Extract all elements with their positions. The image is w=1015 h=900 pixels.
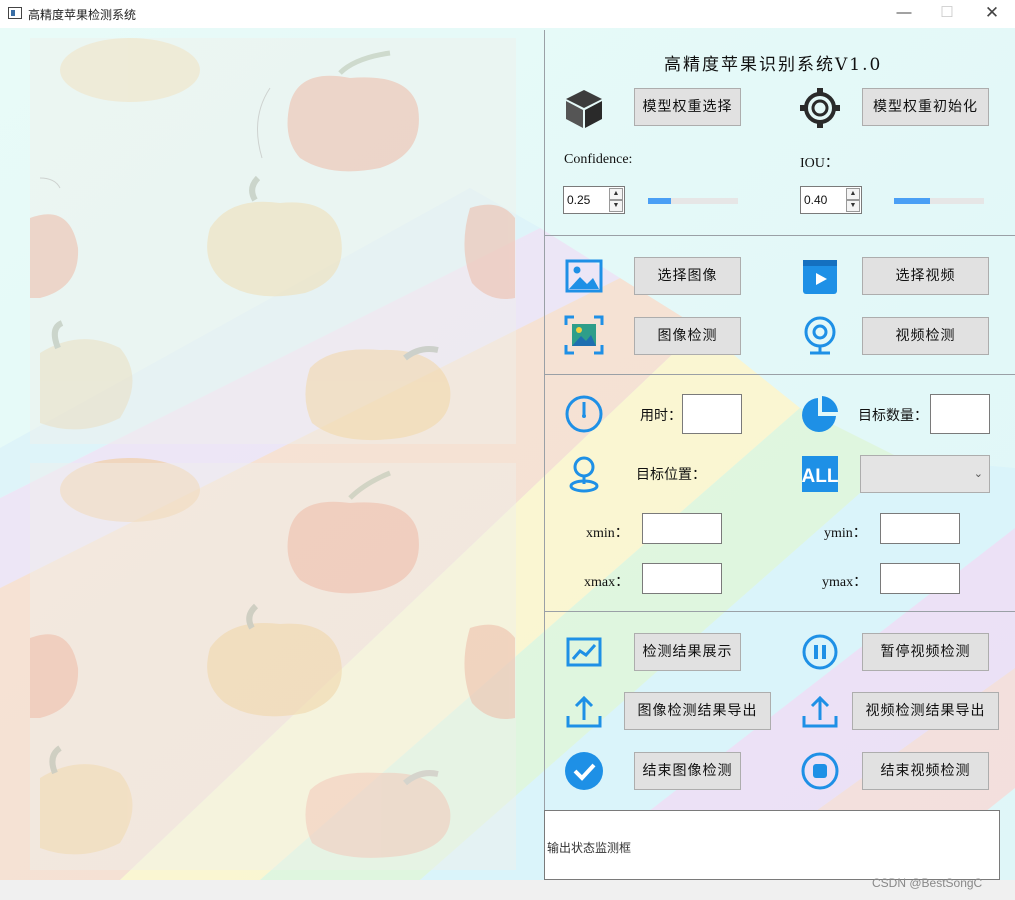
show-results-button[interactable]: 检测结果展示 (634, 633, 741, 671)
image-icon (564, 256, 604, 296)
result-image-display (30, 463, 516, 870)
section-separator (544, 611, 1015, 612)
window-title: 高精度苹果检测系统 (28, 8, 137, 22)
all-icon-text: ALL (802, 466, 839, 487)
chevron-down-icon: ⌄ (973, 468, 983, 480)
iou-spin-arrows[interactable]: ▲ ▼ (846, 188, 860, 212)
target-select-dropdown[interactable]: ⌄ (860, 455, 990, 493)
all-icon: ALL (800, 454, 840, 494)
system-title: 高精度苹果识别系统V1.0 (664, 55, 883, 75)
webcam-icon (800, 315, 840, 355)
confidence-slider-fill (648, 198, 671, 204)
status-output-box[interactable]: 输出状态监测框 (544, 810, 1000, 880)
time-label: 用时： (640, 408, 682, 424)
line-chart-icon (564, 632, 604, 672)
confidence-spinbox[interactable]: 0.25 ▲ ▼ (563, 186, 625, 214)
iou-spinbox[interactable]: 0.40 ▲ ▼ (800, 186, 862, 214)
target-position-label: 目标位置： (636, 467, 706, 483)
minimize-button[interactable]: — (890, 2, 918, 26)
init-weights-button[interactable]: 模型权重初始化 (862, 88, 989, 126)
xmin-field (642, 513, 722, 544)
pause-video-button[interactable]: 暂停视频检测 (862, 633, 989, 671)
panel-divider (544, 30, 545, 880)
close-button[interactable]: ✕ (978, 2, 1006, 26)
status-output-text: 输出状态监测框 (547, 841, 632, 855)
target-count-label: 目标数量： (858, 408, 928, 424)
iou-value: 0.40 (804, 193, 828, 207)
confidence-spin-arrows[interactable]: ▲ ▼ (609, 188, 623, 212)
iou-slider-fill (894, 198, 930, 204)
watermark: CSDN @BestSongC (872, 876, 983, 890)
bottom-strip (0, 880, 1015, 900)
select-weights-button[interactable]: 模型权重选择 (634, 88, 741, 126)
confidence-label: Confidence: (564, 152, 633, 167)
upload-icon (800, 692, 840, 732)
maximize-button[interactable]: ☐ (933, 2, 961, 26)
ymax-field (880, 563, 960, 594)
original-image-display (30, 38, 516, 444)
upload-icon (564, 692, 604, 732)
detect-image-button[interactable]: 图像检测 (634, 317, 741, 355)
clock-icon (564, 394, 604, 434)
export-video-results-button[interactable]: 视频检测结果导出 (852, 692, 999, 730)
pie-chart-icon (800, 394, 840, 434)
ymin-label: ymin： (824, 526, 867, 541)
detect-video-button[interactable]: 视频检测 (862, 317, 989, 355)
select-image-button[interactable]: 选择图像 (634, 257, 741, 295)
iou-label: IOU： (800, 156, 839, 171)
target-count-field (930, 394, 990, 434)
app-icon (8, 7, 22, 19)
cube-icon (564, 88, 604, 128)
ymin-field (880, 513, 960, 544)
confidence-value: 0.25 (567, 193, 591, 207)
confidence-slider[interactable] (648, 198, 738, 204)
xmin-label: xmin： (586, 526, 629, 541)
iou-slider[interactable] (894, 198, 984, 204)
xmax-field (642, 563, 722, 594)
select-video-button[interactable]: 选择视频 (862, 257, 989, 295)
pause-icon (800, 632, 840, 672)
end-video-detection-button[interactable]: 结束视频检测 (862, 752, 989, 790)
stop-icon (800, 751, 840, 791)
xmax-label: xmax： (584, 575, 630, 590)
video-icon (800, 256, 840, 296)
refresh-target-icon (800, 88, 840, 128)
ymax-label: ymax： (822, 575, 868, 590)
export-image-results-button[interactable]: 图像检测结果导出 (624, 692, 771, 730)
checkmark-icon (564, 751, 604, 791)
time-field (682, 394, 742, 434)
title-bar: 高精度苹果检测系统 — ☐ ✕ (0, 0, 1015, 28)
location-pin-icon (564, 454, 604, 494)
control-panel: 高精度苹果识别系统V1.0 模型权重选择 模型权重初始化 Confidence:… (544, 30, 1015, 880)
end-image-detection-button[interactable]: 结束图像检测 (634, 752, 741, 790)
section-separator (544, 374, 1015, 375)
image-scan-icon (564, 315, 604, 355)
section-separator (544, 235, 1015, 236)
